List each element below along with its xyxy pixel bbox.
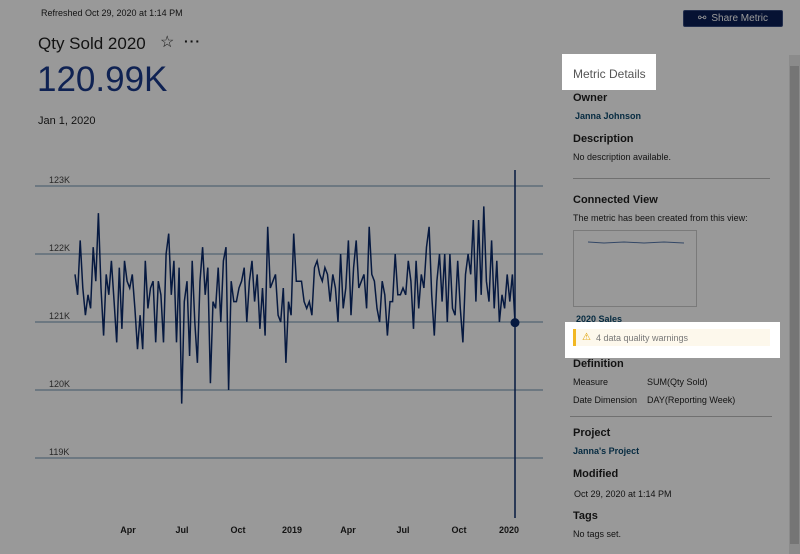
data-quality-warning[interactable]: ⚠ 4 data quality warnings bbox=[565, 322, 780, 358]
metric-details-title: Metric Details bbox=[562, 54, 656, 90]
dim-overlay bbox=[0, 0, 800, 554]
warning-text: 4 data quality warnings bbox=[595, 332, 689, 343]
warning-icon: ⚠ bbox=[582, 332, 591, 343]
